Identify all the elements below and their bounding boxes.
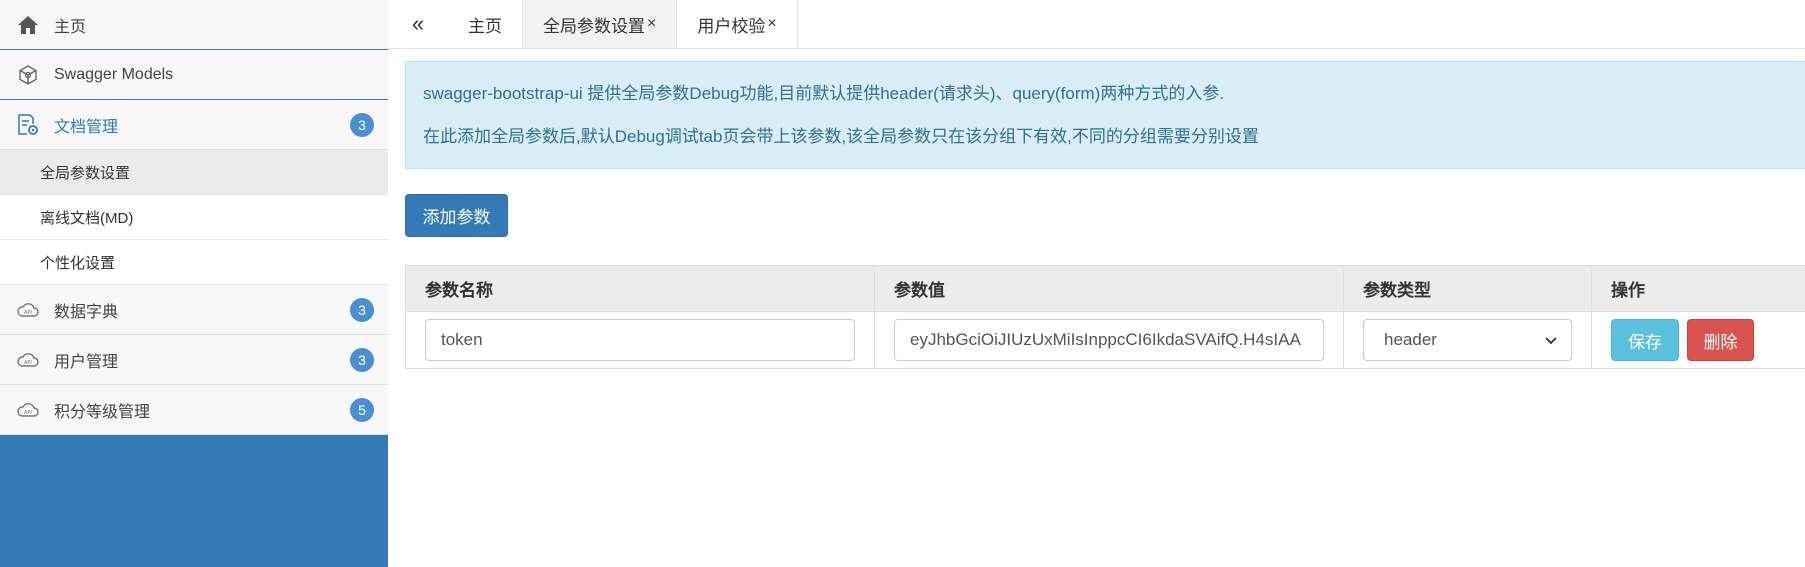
sidebar-subitem-label: 全局参数设置 xyxy=(40,164,131,182)
sidebar-subitem-label: 离线文档(MD) xyxy=(40,209,134,227)
cell-type: header xyxy=(1343,311,1592,369)
count-badge: 3 xyxy=(350,297,374,322)
tab-user-verify[interactable]: 用户校验 × xyxy=(677,0,798,48)
sidebar-item-home[interactable]: 主页 xyxy=(0,0,388,50)
sidebar-item-label: 主页 xyxy=(54,18,87,36)
count-badge: 3 xyxy=(350,112,374,137)
param-type-select[interactable]: header xyxy=(1363,319,1572,361)
alert-line-2: 在此添加全局参数后,默认Debug调试tab页会带上该参数,该全局参数只在该分组… xyxy=(423,127,1259,147)
cell-actions: 保存 删除 xyxy=(1591,311,1805,369)
sidebar-item-docs[interactable]: 文档管理 3 xyxy=(0,100,388,150)
svg-text:API: API xyxy=(24,360,32,366)
count-badge: 5 xyxy=(350,397,374,422)
sidebar-item-label: Swagger Models xyxy=(54,65,174,83)
param-value-input[interactable]: eyJhbGciOiJIUzUxMiIsInppcCI6IkdaSVAifQ.H… xyxy=(894,319,1324,361)
sidebar-submenu-docs: 全局参数设置 离线文档(MD) 个性化设置 xyxy=(0,150,388,285)
column-header-type: 参数类型 xyxy=(1343,265,1592,312)
tab-global-params[interactable]: 全局参数设置 × xyxy=(523,0,678,48)
param-name-input[interactable]: token xyxy=(425,319,855,361)
tab-label: 用户校验 xyxy=(697,16,766,36)
chevron-down-icon xyxy=(1545,330,1557,350)
tab-label: 全局参数设置 xyxy=(543,16,645,36)
sidebar-subitem-personal-settings[interactable]: 个性化设置 xyxy=(0,240,388,285)
api-cloud-icon: API xyxy=(16,298,40,322)
params-table: 参数名称 参数值 参数类型 操作 token eyJhbGciOiJIUzUxM… xyxy=(405,265,1805,369)
sidebar-subitem-offline-docs[interactable]: 离线文档(MD) xyxy=(0,195,388,240)
sidebar-item-label: 积分等级管理 xyxy=(54,403,151,421)
cell-value: eyJhbGciOiJIUzUxMiIsInppcCI6IkdaSVAifQ.H… xyxy=(874,311,1344,369)
sidebar: 主页 Swagger Models 文档管理 3 全局参数设置 离线文档(MD)… xyxy=(0,0,388,567)
add-param-button[interactable]: 添加参数 xyxy=(405,194,508,237)
sidebar-item-label: 数据字典 xyxy=(54,303,119,321)
alert-line-1: swagger-bootstrap-ui 提供全局参数Debug功能,目前默认提… xyxy=(423,84,1225,103)
doc-settings-icon xyxy=(16,113,40,137)
sidebar-menu: 主页 Swagger Models 文档管理 3 全局参数设置 离线文档(MD)… xyxy=(0,0,388,435)
table-row: token eyJhbGciOiJIUzUxMiIsInppcCI6IkdaSV… xyxy=(405,311,1805,369)
sidebar-item-label: 文档管理 xyxy=(54,118,119,136)
sidebar-item-points-level[interactable]: API 积分等级管理 5 xyxy=(0,385,388,435)
home-icon xyxy=(16,13,40,37)
column-header-name: 参数名称 xyxy=(405,265,875,312)
column-header-value: 参数值 xyxy=(874,265,1344,312)
svg-text:API: API xyxy=(24,410,32,416)
count-badge: 3 xyxy=(350,347,374,372)
delete-button[interactable]: 删除 xyxy=(1687,319,1754,361)
close-icon[interactable]: × xyxy=(647,15,656,33)
cube-icon xyxy=(16,63,40,87)
tab-label: 主页 xyxy=(468,16,502,36)
save-button[interactable]: 保存 xyxy=(1611,319,1679,361)
tab-home[interactable]: 主页 xyxy=(448,0,523,48)
close-icon[interactable]: × xyxy=(767,15,776,33)
sidebar-item-user-management[interactable]: API 用户管理 3 xyxy=(0,335,388,385)
sidebar-item-data-dictionary[interactable]: API 数据字典 3 xyxy=(0,285,388,335)
svg-text:API: API xyxy=(24,310,32,316)
sidebar-subitem-label: 个性化设置 xyxy=(40,254,116,272)
table-header-row: 参数名称 参数值 参数类型 操作 xyxy=(405,265,1805,312)
select-value: header xyxy=(1384,330,1437,349)
api-cloud-icon: API xyxy=(16,348,40,372)
main-content: « 主页 全局参数设置 × 用户校验 × swagger-bootstrap-u… xyxy=(388,0,1805,567)
sidebar-subitem-global-params[interactable]: 全局参数设置 xyxy=(0,150,388,195)
collapse-tabs-icon[interactable]: « xyxy=(388,0,448,48)
sidebar-item-label: 用户管理 xyxy=(54,353,119,371)
column-header-actions: 操作 xyxy=(1591,265,1805,312)
tab-bar: « 主页 全局参数设置 × 用户校验 × xyxy=(388,0,1805,49)
sidebar-item-swagger-models[interactable]: Swagger Models xyxy=(0,50,388,100)
cell-name: token xyxy=(405,311,875,369)
api-cloud-icon: API xyxy=(16,398,40,422)
info-alert: swagger-bootstrap-ui 提供全局参数Debug功能,目前默认提… xyxy=(405,61,1805,169)
